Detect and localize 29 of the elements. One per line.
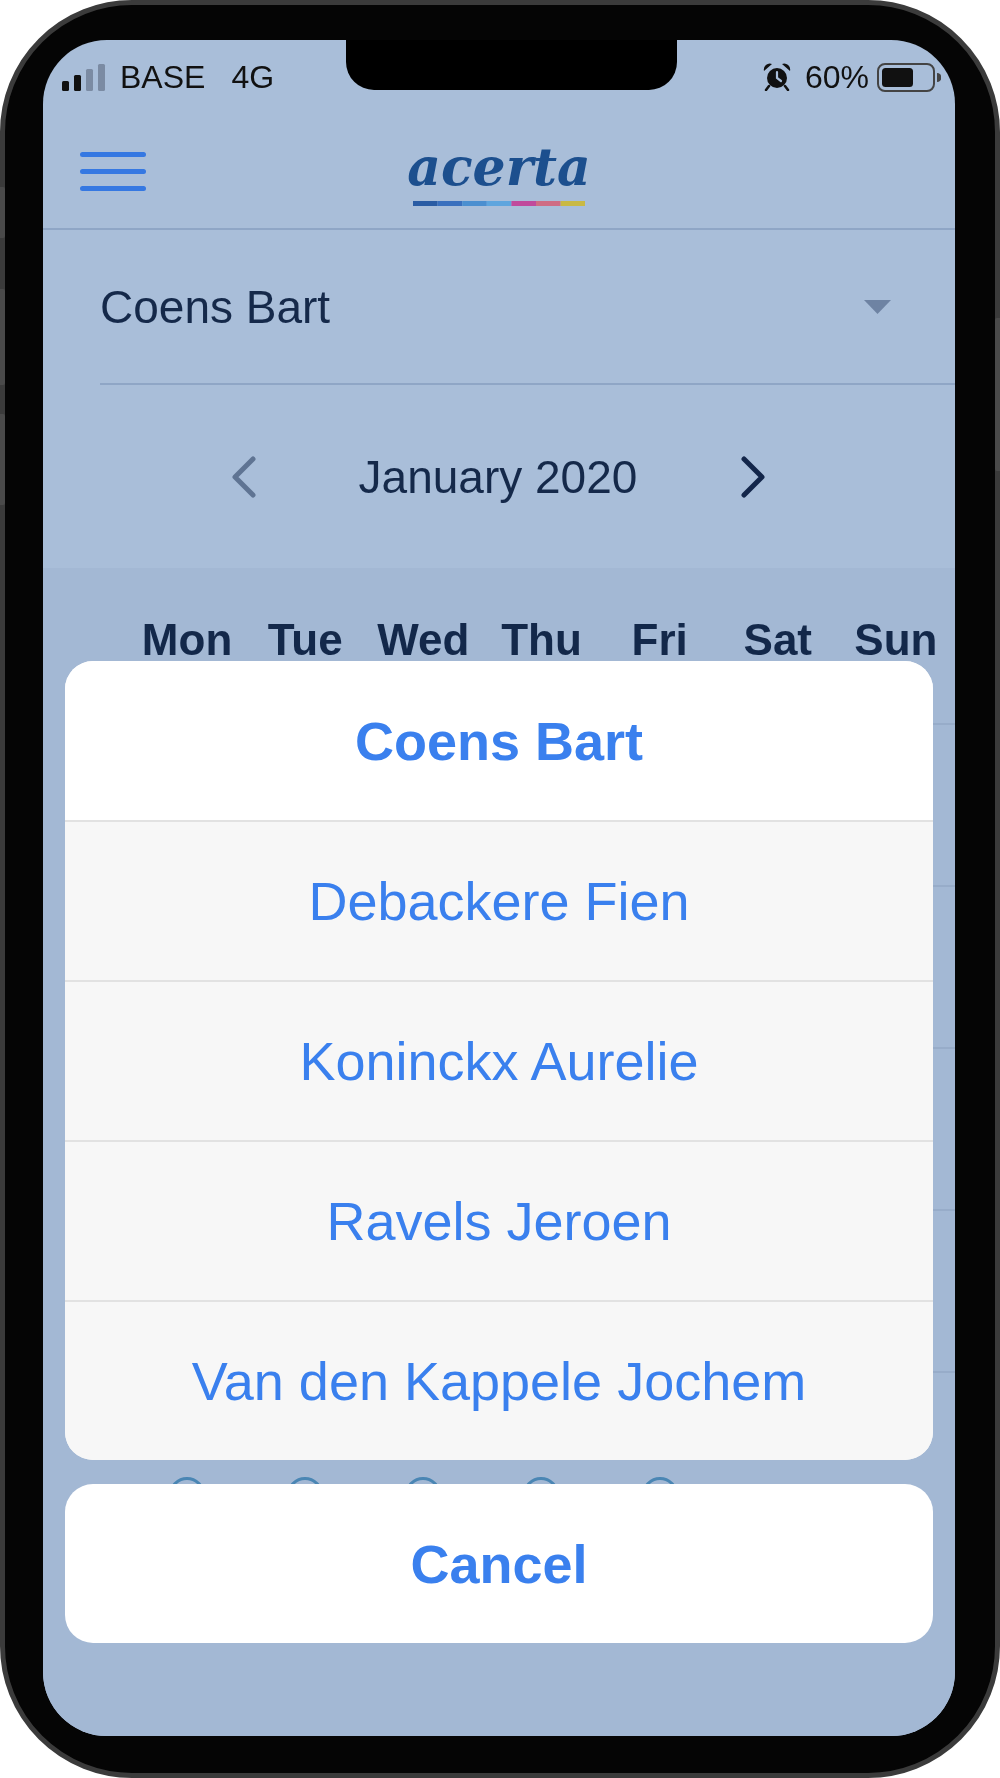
battery-icon bbox=[877, 62, 941, 92]
battery-percentage: 60% bbox=[804, 61, 869, 93]
weekday-label: Fri bbox=[630, 620, 689, 660]
action-sheet-option[interactable]: Coens Bart bbox=[65, 661, 933, 820]
weekday-label: Wed bbox=[376, 620, 471, 660]
chevron-right-icon bbox=[739, 454, 767, 499]
logo-wordmark: acerta bbox=[407, 140, 591, 193]
network-type: 4G bbox=[231, 61, 275, 93]
carrier-name: BASE bbox=[120, 61, 206, 93]
caret-down-icon bbox=[864, 299, 891, 314]
weekday-label: Tue bbox=[266, 620, 344, 660]
side-button[interactable] bbox=[0, 289, 5, 385]
weekday-label: Mon bbox=[140, 620, 234, 660]
color-stripe-icon bbox=[413, 200, 585, 206]
weekday-label: Thu bbox=[500, 620, 583, 660]
chevron-left-icon bbox=[229, 454, 257, 499]
side-button[interactable] bbox=[0, 414, 5, 505]
side-button[interactable] bbox=[995, 318, 1000, 471]
next-month-button[interactable] bbox=[739, 454, 767, 499]
menu-icon bbox=[80, 151, 146, 191]
alarm-clock-icon bbox=[762, 63, 791, 91]
action-sheet-option[interactable]: Van den Kappele Jochem bbox=[65, 1300, 933, 1460]
employee-select[interactable]: Coens Bart bbox=[100, 230, 955, 385]
side-button[interactable] bbox=[0, 187, 5, 238]
weekday-label: Sun bbox=[853, 620, 939, 660]
signal-icon bbox=[62, 63, 107, 91]
weekday-label: Sat bbox=[742, 620, 813, 660]
cancel-button[interactable]: Cancel bbox=[65, 1484, 933, 1643]
menu-button[interactable] bbox=[80, 151, 146, 191]
